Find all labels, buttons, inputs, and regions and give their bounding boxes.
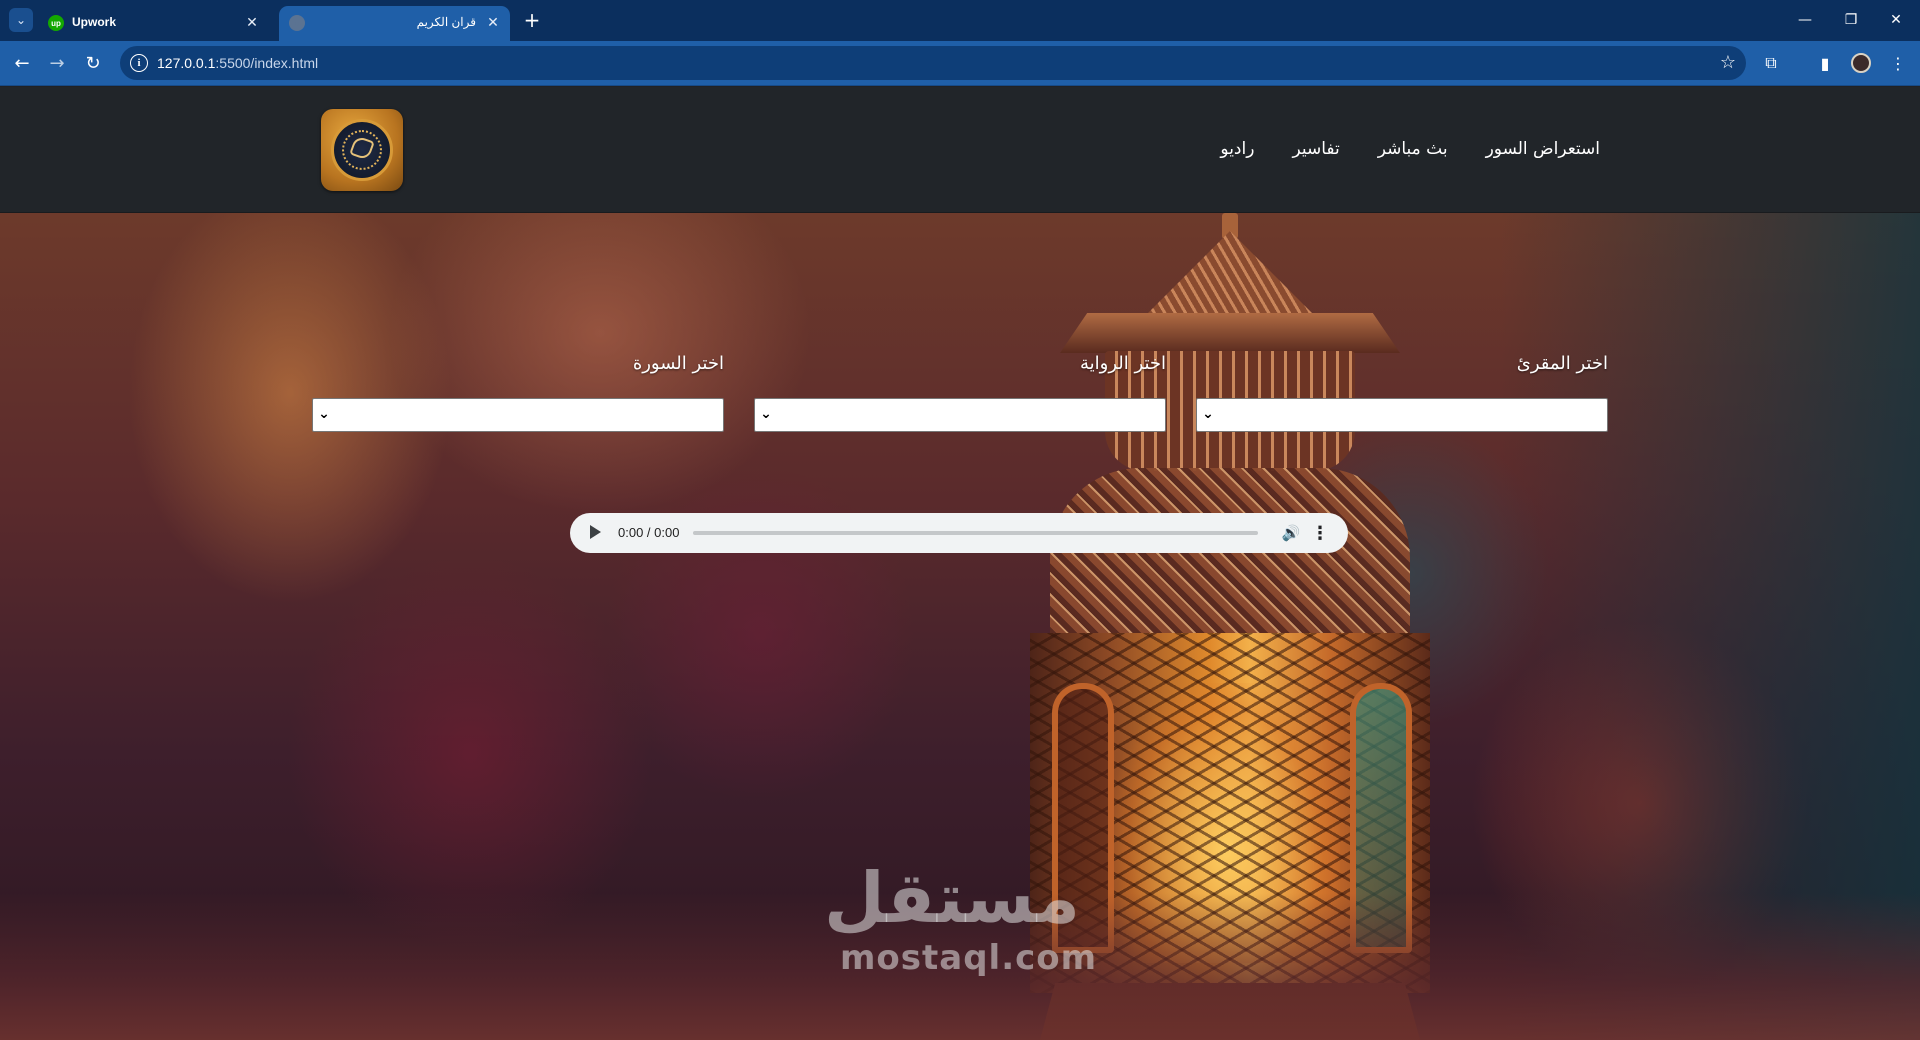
lantern-eave	[1060, 313, 1400, 353]
hero-section: اختر المقرئ ⌄ اختر الرواية ⌄ اختر السورة…	[0, 213, 1920, 1040]
play-icon[interactable]	[590, 525, 601, 539]
chevron-down-icon: ⌄	[1202, 406, 1214, 422]
watermark-arabic: مستقل	[823, 857, 1080, 939]
watermark-latin: mostaql.com	[840, 938, 1098, 978]
new-tab-button[interactable]: +	[520, 8, 544, 32]
riwaya-select[interactable]: ⌄	[754, 398, 1166, 432]
logo-disc	[331, 119, 393, 181]
url-path: :5500/index.html	[215, 55, 319, 71]
chevron-down-icon: ⌄	[318, 406, 330, 422]
globe-favicon-icon: ●	[289, 15, 305, 31]
quran-logo[interactable]	[321, 109, 403, 191]
riwaya-field: اختر الرواية ⌄	[754, 353, 1166, 432]
riwaya-label: اختر الرواية	[1080, 353, 1166, 374]
upwork-favicon-icon: up	[48, 15, 64, 31]
site-info-icon[interactable]: i	[130, 54, 148, 72]
browser-menu-icon[interactable]: ⋮	[1886, 51, 1910, 75]
surah-label: اختر السورة	[632, 353, 724, 374]
forward-icon[interactable]: →	[44, 50, 70, 76]
side-panel-icon[interactable]: ▮	[1813, 51, 1837, 75]
mostaql-watermark: مستقل mostaql.com	[823, 857, 1098, 988]
tab-search-button[interactable]: ⌄	[9, 8, 33, 32]
nav-live[interactable]: بث مباشر	[1378, 139, 1448, 159]
profile-avatar[interactable]	[1851, 53, 1871, 73]
reload-icon[interactable]: ↻	[80, 50, 106, 76]
audio-player: 0:00 / 0:00 🔊 ⋮	[570, 513, 1348, 553]
lantern-upper	[1050, 468, 1410, 648]
nav-radio[interactable]: راديو	[1220, 139, 1254, 159]
close-tab-icon[interactable]: ✕	[243, 13, 261, 31]
window-close-icon[interactable]: ✕	[1881, 8, 1911, 32]
browser-tabstrip: ⌄ up Upwork ✕ ● قران الكريم ✕ + — ❐ ✕	[0, 0, 1920, 41]
url-text[interactable]: 127.0.0.1:5500/index.html	[157, 55, 318, 71]
nav-tafasir[interactable]: تفاسير	[1292, 139, 1339, 159]
tab-title: قران الكريم	[416, 15, 476, 29]
url-host: 127.0.0.1	[157, 55, 216, 71]
more-options-icon[interactable]: ⋮	[1311, 523, 1329, 544]
reciter-field: اختر المقرئ ⌄	[1196, 353, 1608, 432]
audio-progress-slider[interactable]	[693, 531, 1258, 535]
address-bar[interactable]: i 127.0.0.1:5500/index.html ☆	[120, 46, 1746, 80]
site-header: راديو تفاسير بث مباشر استعراض السور	[0, 87, 1920, 213]
volume-icon[interactable]: 🔊	[1280, 522, 1302, 544]
restore-icon[interactable]: ❐	[1836, 8, 1866, 32]
main-nav: راديو تفاسير بث مباشر استعراض السور	[1220, 139, 1600, 159]
nav-browse-surahs[interactable]: استعراض السور	[1486, 139, 1600, 159]
browser-toolbar: ← → ↻ i 127.0.0.1:5500/index.html ☆ ⧉ ▮ …	[0, 41, 1920, 86]
surah-select[interactable]: ⌄	[312, 398, 724, 432]
extensions-icon[interactable]: ⧉	[1759, 51, 1783, 75]
tab-upwork[interactable]: up Upwork ✕	[38, 6, 269, 41]
reciter-label: اختر المقرئ	[1516, 353, 1608, 374]
reciter-select[interactable]: ⌄	[1196, 398, 1608, 432]
audio-time: 0:00 / 0:00	[618, 525, 680, 540]
surah-field: اختر السورة ⌄	[312, 353, 724, 432]
bookmark-star-icon[interactable]: ☆	[1720, 52, 1736, 73]
lantern-dome	[1140, 231, 1320, 321]
minimize-icon[interactable]: —	[1790, 8, 1820, 32]
tab-quran[interactable]: ● قران الكريم ✕	[279, 6, 510, 41]
chevron-down-icon: ⌄	[760, 406, 772, 422]
tab-title: Upwork	[72, 15, 117, 29]
web-page: راديو تفاسير بث مباشر استعراض السور اختر…	[0, 87, 1920, 1040]
close-tab-icon[interactable]: ✕	[484, 13, 502, 31]
back-icon[interactable]: ←	[9, 50, 35, 76]
